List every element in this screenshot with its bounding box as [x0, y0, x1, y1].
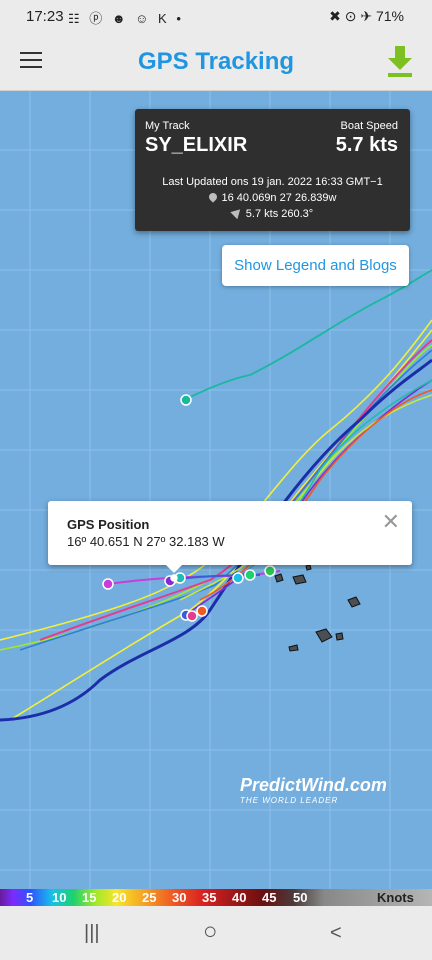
position-value: 16 40.069n 27 26.839w [221, 192, 337, 204]
status-system-icons: ✖ ⊙ ✈ 71% [329, 8, 404, 24]
track-name: SY_ELIXIR [145, 134, 248, 156]
page-title: GPS Tracking [137, 48, 295, 75]
boat-speed-label: Boat Speed [340, 120, 399, 132]
current-position: 16 40.069n 27 26.839w [135, 191, 410, 204]
download-icon[interactable] [385, 46, 415, 80]
status-bar: 17:23 ☷ ⓟ ☻ ☺ K • ✖ ⊙ ✈ 71% [0, 0, 432, 34]
close-icon[interactable]: ✕ [382, 509, 400, 535]
legend-value: 45 [262, 890, 277, 905]
popup-title: GPS Position [67, 517, 150, 532]
recents-icon[interactable]: ||| [84, 922, 100, 945]
legend-value: 40 [232, 890, 247, 905]
legend-value: 35 [202, 890, 217, 905]
course-info: 5.7 kts 260.3° [135, 205, 410, 220]
back-icon[interactable]: < [330, 922, 342, 945]
legend-value: 30 [172, 890, 187, 905]
app-bar: GPS Tracking [0, 34, 432, 91]
legend-value: 25 [142, 890, 157, 905]
popup-coordinates: 16º 40.651 N 27º 32.183 W [67, 534, 225, 549]
course-arrow-icon [230, 205, 244, 220]
legend-value: 15 [82, 890, 97, 905]
legend-value: 50 [293, 890, 308, 905]
brand-name: PredictWind.com [240, 775, 387, 795]
brand-logo: PredictWind.com THE WORLD LEADER [240, 775, 420, 805]
course-value: 5.7 kts 260.3° [245, 208, 314, 220]
system-nav-bar: ||| ○ < [0, 906, 432, 960]
last-updated: Last Updated ons 19 jan. 2022 16:33 GMT−… [162, 176, 383, 188]
wind-speed-legend: 5 10 15 20 25 30 35 40 45 50 Knots [0, 889, 432, 906]
legend-value: 20 [112, 890, 127, 905]
home-icon[interactable]: ○ [203, 918, 218, 946]
show-legend-button[interactable]: Show Legend and Blogs [222, 245, 409, 286]
track-info-card: My Track Boat Speed SY_ELIXIR 5.7 kts La… [135, 109, 410, 231]
legend-value: 5 [26, 890, 34, 905]
status-time: 17:23 [26, 8, 64, 25]
legend-unit: Knots [377, 890, 414, 905]
location-pin-icon [206, 191, 219, 203]
legend-value: 10 [52, 890, 67, 905]
my-track-label: My Track [145, 120, 190, 132]
brand-tagline: THE WORLD LEADER [240, 796, 339, 805]
gps-position-popup: GPS Position 16º 40.651 N 27º 32.183 W ✕ [48, 501, 412, 573]
status-notification-icons: ☷ ⓟ ☻ ☺ K • [68, 11, 184, 26]
boat-speed-value: 5.7 kts [335, 134, 398, 156]
